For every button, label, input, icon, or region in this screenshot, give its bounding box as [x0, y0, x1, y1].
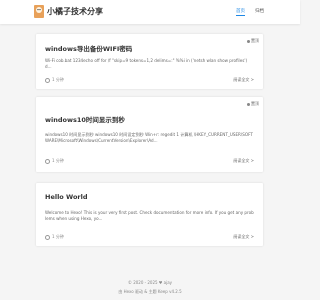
pin-icon — [247, 102, 250, 106]
nav-archive[interactable]: 归档 — [255, 8, 264, 16]
post-meta: 1 分钟 — [45, 77, 64, 83]
clock-icon — [45, 158, 50, 164]
reading-time: 1 分钟 — [52, 77, 64, 82]
clock-icon — [45, 234, 50, 240]
read-more-link[interactable]: 阅读全文 > — [233, 158, 254, 164]
site-header: 小橘子技术分享 首页 归档 — [0, 0, 300, 24]
clock-icon — [45, 77, 50, 83]
post-card: Hello World Welcome to Hexo! This is you… — [36, 183, 263, 246]
main-nav: 首页 归档 — [236, 8, 264, 16]
site-title[interactable]: 小橘子技术分享 — [47, 6, 103, 17]
post-excerpt: Welcome to Hexo! This is your very first… — [45, 210, 254, 221]
footer-powered-by: 由 Hexo 驱动 & 主题 Keep v4.2.5 — [118, 289, 182, 294]
post-card: 置顶 windows10时间显示到秒 windows10 时间显示到秒 wind… — [36, 97, 263, 172]
reading-time: 1 分钟 — [52, 158, 64, 163]
post-meta: 1 分钟 — [45, 158, 64, 164]
post-excerpt: Wi-Fi cob.bat 1234echo off for /f "skip=… — [45, 58, 248, 69]
logo-icon[interactable] — [34, 5, 44, 18]
read-more-link[interactable]: 阅读全文 > — [233, 77, 254, 83]
pinned-label: 置顶 — [251, 101, 259, 106]
post-title[interactable]: Hello World — [45, 193, 88, 201]
post-title[interactable]: windows导出备份WIFI密码 — [45, 43, 132, 53]
reading-time: 1 分钟 — [52, 234, 64, 239]
post-excerpt: windows10 时间显示到秒 windows10 时间设定到秒 Win+r:… — [45, 132, 253, 143]
pinned-badge: 置顶 — [247, 101, 259, 107]
pin-icon — [247, 39, 250, 43]
footer-copyright: © 2020 - 2025 ♥ ajay — [127, 280, 173, 285]
post-card: 置顶 windows导出备份WIFI密码 Wi-Fi cob.bat 1234e… — [36, 34, 263, 89]
post-title[interactable]: windows10时间显示到秒 — [45, 114, 125, 124]
post-meta: 1 分钟 — [45, 234, 64, 240]
nav-home[interactable]: 首页 — [236, 8, 245, 16]
pinned-badge: 置顶 — [247, 38, 259, 44]
pinned-label: 置顶 — [251, 38, 259, 43]
read-more-link[interactable]: 阅读全文 > — [233, 234, 254, 240]
